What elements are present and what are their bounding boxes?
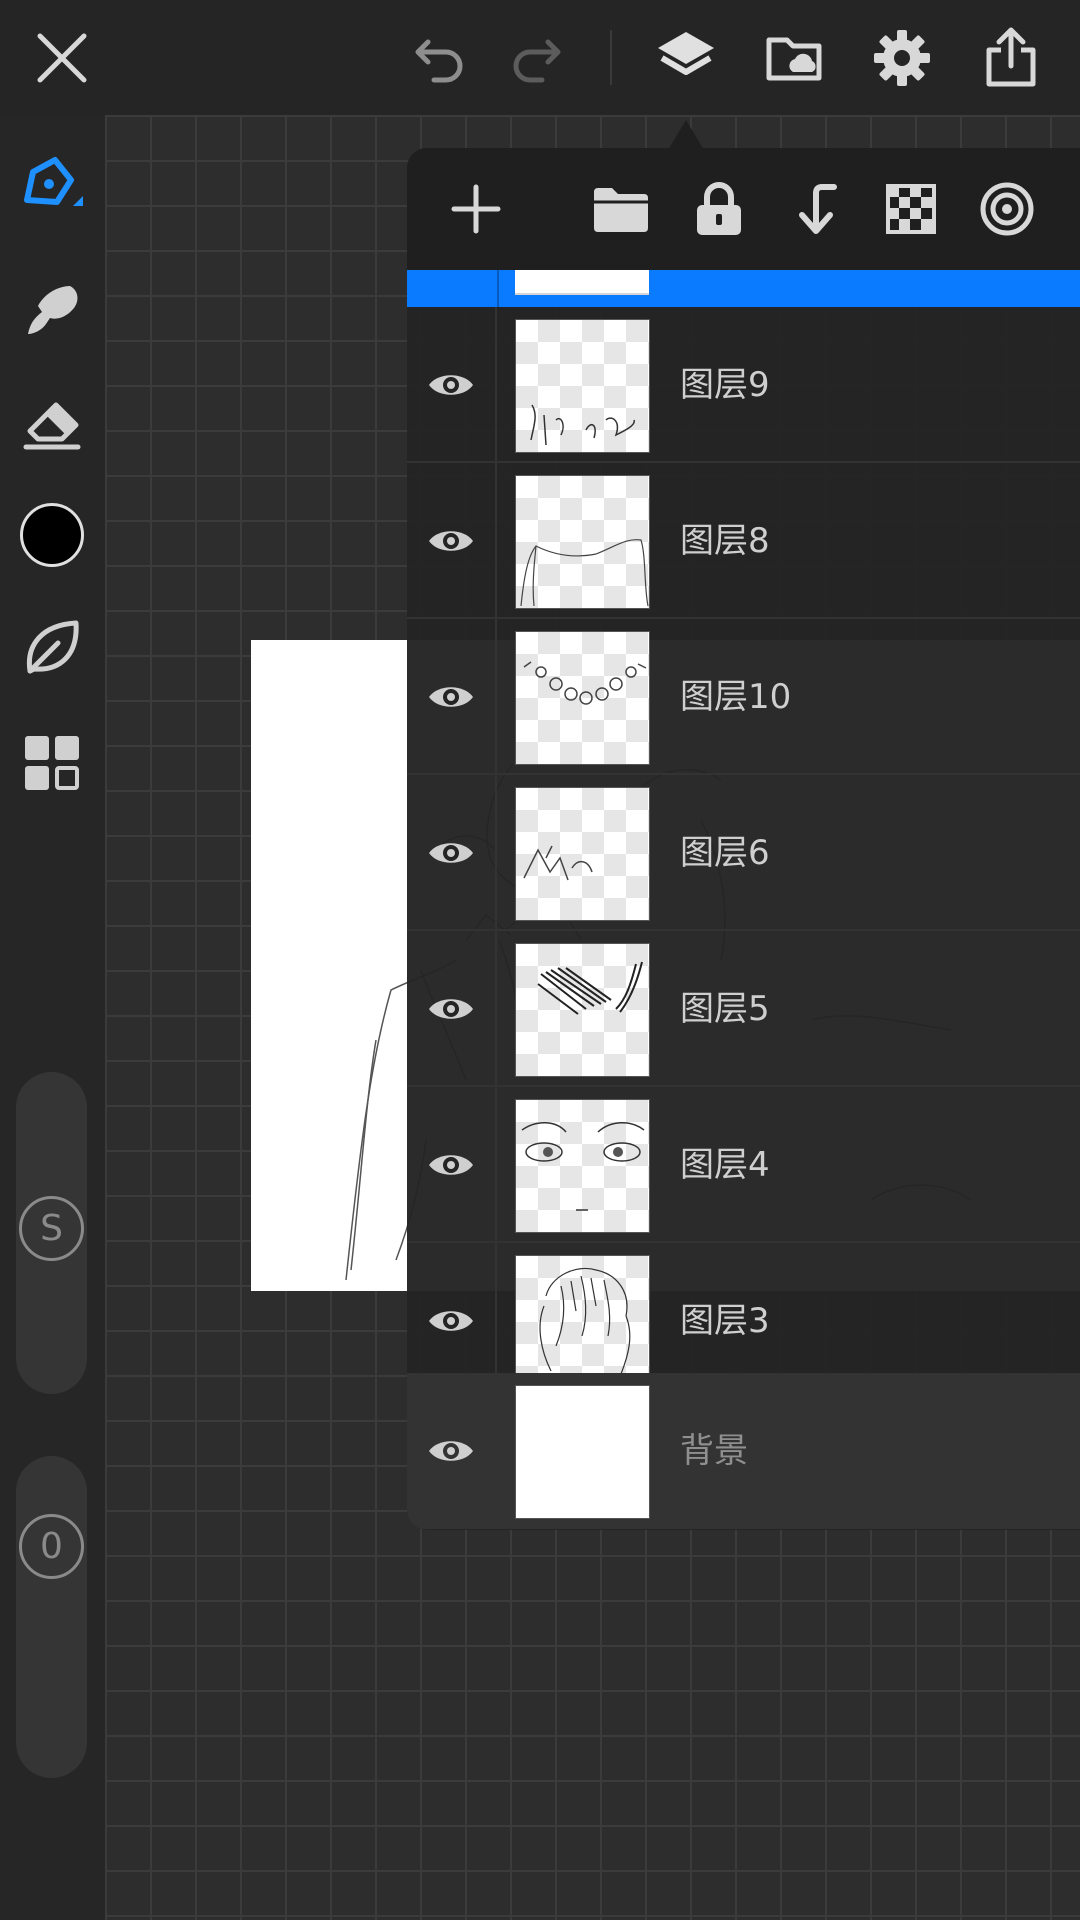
- layer-name: 背景: [680, 1431, 748, 1471]
- eye-icon: [429, 1441, 473, 1461]
- layer-name: 图层5: [680, 989, 770, 1029]
- visibility-toggle[interactable]: [407, 619, 497, 775]
- size-slider-knob[interactable]: S: [19, 1196, 84, 1261]
- selected-layer-row[interactable]: [407, 270, 1080, 307]
- layer-thumbnail: [515, 1099, 650, 1233]
- close-icon[interactable]: [26, 22, 98, 94]
- brush-size-slider[interactable]: S: [16, 1072, 87, 1394]
- opacity-slider[interactable]: 0: [16, 1456, 87, 1778]
- layers-panel-header: [407, 148, 1080, 270]
- visibility-toggle[interactable]: [407, 1087, 497, 1243]
- eye-icon: [429, 1155, 473, 1175]
- visibility-toggle[interactable]: [407, 307, 497, 463]
- eye-icon: [429, 531, 473, 551]
- layer-name: 图层6: [680, 833, 770, 873]
- color-swatch[interactable]: [14, 497, 90, 573]
- top-toolbar: [0, 0, 1080, 115]
- layer-row[interactable]: 图层4: [407, 1087, 1080, 1243]
- layer-row[interactable]: 图层10: [407, 619, 1080, 775]
- eraser-icon[interactable]: [14, 385, 90, 461]
- selected-layer-divider: [497, 270, 499, 307]
- layer-row[interactable]: 图层8: [407, 463, 1080, 619]
- eye-icon: [429, 375, 473, 395]
- merge-down-icon[interactable]: [780, 173, 852, 245]
- smudge-icon[interactable]: [14, 270, 90, 346]
- gear-icon[interactable]: [866, 22, 938, 94]
- app-root: S 0 图层9 图层8 图层10 图层6 图层5 图层4 图层3 背景: [0, 0, 1080, 1920]
- visibility-toggle[interactable]: [407, 1373, 497, 1529]
- eye-icon: [429, 843, 473, 863]
- eye-icon: [429, 1311, 473, 1331]
- layer-name: 图层8: [680, 521, 770, 561]
- grid-icon[interactable]: [14, 725, 90, 801]
- layer-thumbnail: [515, 475, 650, 609]
- layer-name: 图层10: [680, 677, 792, 717]
- layer-thumbnail: [515, 1255, 650, 1389]
- layer-thumbnail: [515, 1385, 650, 1519]
- undo-icon[interactable]: [404, 22, 476, 94]
- layer-name: 图层4: [680, 1145, 770, 1185]
- transparency-icon[interactable]: [875, 173, 947, 245]
- layer-thumbnail: [515, 319, 650, 453]
- folder-icon[interactable]: [585, 173, 657, 245]
- eye-icon: [429, 687, 473, 707]
- layer-row[interactable]: 图层5: [407, 931, 1080, 1087]
- layer-name: 图层9: [680, 365, 770, 405]
- layer-row[interactable]: 图层9: [407, 307, 1080, 463]
- leaf-icon[interactable]: [14, 609, 90, 685]
- left-toolbar: S 0: [0, 115, 105, 1920]
- target-icon[interactable]: [971, 173, 1043, 245]
- layer-thumbnail: [515, 631, 650, 765]
- opacity-slider-knob[interactable]: 0: [19, 1514, 84, 1579]
- add-icon[interactable]: [440, 173, 512, 245]
- cloud-folder-icon[interactable]: [759, 22, 831, 94]
- layer-row[interactable]: 图层6: [407, 775, 1080, 931]
- toolbar-separator: [610, 30, 612, 85]
- visibility-toggle[interactable]: [407, 463, 497, 619]
- visibility-toggle[interactable]: [407, 931, 497, 1087]
- layers-panel: 图层9 图层8 图层10 图层6 图层5 图层4 图层3 背景: [407, 148, 1080, 1530]
- layer-thumbnail: [515, 943, 650, 1077]
- pen-icon[interactable]: [14, 145, 90, 221]
- eye-icon: [429, 999, 473, 1019]
- layer-thumbnail: [515, 787, 650, 921]
- panel-pointer: [668, 120, 704, 150]
- layers-icon[interactable]: [650, 22, 722, 94]
- layer-row-background[interactable]: 背景: [407, 1373, 1080, 1529]
- share-icon[interactable]: [975, 22, 1047, 94]
- redo-icon[interactable]: [500, 22, 572, 94]
- selected-layer-thumbnail: [515, 270, 649, 295]
- visibility-toggle[interactable]: [407, 775, 497, 931]
- lock-icon[interactable]: [683, 173, 755, 245]
